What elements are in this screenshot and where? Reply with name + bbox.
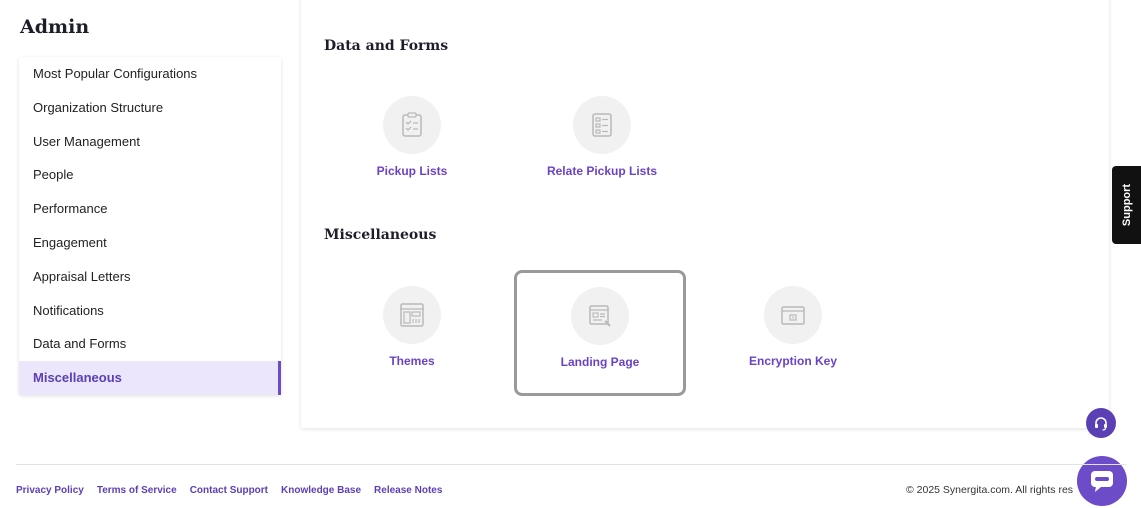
footer-link-terms-of-service[interactable]: Terms of Service xyxy=(97,485,177,496)
sidebar-item-notifications[interactable]: Notifications xyxy=(19,294,281,328)
sidebar-item-performance[interactable]: Performance xyxy=(19,192,281,226)
section-title-data-and-forms: Data and Forms xyxy=(324,38,449,54)
sidebar-item-most-popular[interactable]: Most Popular Configurations xyxy=(19,57,281,91)
layout-icon xyxy=(383,286,441,344)
footer-link-privacy-policy[interactable]: Privacy Policy xyxy=(16,485,84,496)
support-tab-label: Support xyxy=(1121,183,1134,227)
sidebar-item-people[interactable]: People xyxy=(19,158,281,192)
section-title-miscellaneous: Miscellaneous xyxy=(324,227,437,243)
footer-divider xyxy=(16,464,1126,465)
tile-pickup-lists[interactable]: Pickup Lists xyxy=(326,76,498,202)
copyright-text: © 2025 Synergita.com. All rights res xyxy=(906,484,1074,496)
tile-themes[interactable]: Themes xyxy=(326,266,498,392)
key-box-icon xyxy=(764,286,822,344)
tile-label: Themes xyxy=(389,354,435,368)
sidebar-item-appraisal-letters[interactable]: Appraisal Letters xyxy=(19,260,281,294)
sidebar-item-miscellaneous[interactable]: Miscellaneous xyxy=(19,361,281,395)
sidebar-item-engagement[interactable]: Engagement xyxy=(19,226,281,260)
tile-label: Landing Page xyxy=(560,355,640,369)
sidebar-item-data-and-forms[interactable]: Data and Forms xyxy=(19,327,281,361)
page-title: Admin xyxy=(20,16,90,38)
headset-icon xyxy=(1095,417,1107,431)
footer-links: Privacy Policy Terms of Service Contact … xyxy=(16,485,442,496)
footer-link-contact-support[interactable]: Contact Support xyxy=(190,485,268,496)
chat-icon xyxy=(1091,471,1113,492)
tile-landing-page[interactable]: Landing Page xyxy=(514,270,686,396)
support-tab[interactable]: Support xyxy=(1112,166,1141,244)
list-document-icon xyxy=(573,96,631,154)
tile-label: Encryption Key xyxy=(748,354,838,368)
tile-label: Pickup Lists xyxy=(376,164,448,178)
tile-label: Relate Pickup Lists xyxy=(546,164,658,178)
tile-encryption-key[interactable]: Encryption Key xyxy=(707,266,879,392)
footer-link-knowledge-base[interactable]: Knowledge Base xyxy=(281,485,361,496)
footer-link-release-notes[interactable]: Release Notes xyxy=(374,485,442,496)
sidebar-item-user-management[interactable]: User Management xyxy=(19,125,281,159)
sidebar-item-organization-structure[interactable]: Organization Structure xyxy=(19,91,281,125)
headset-help-button[interactable] xyxy=(1086,408,1116,438)
checklist-icon xyxy=(383,96,441,154)
tile-relate-pickup-lists[interactable]: Relate Pickup Lists xyxy=(516,76,688,202)
admin-sidebar: Most Popular Configurations Organization… xyxy=(19,57,281,395)
page-edit-icon xyxy=(571,287,629,345)
